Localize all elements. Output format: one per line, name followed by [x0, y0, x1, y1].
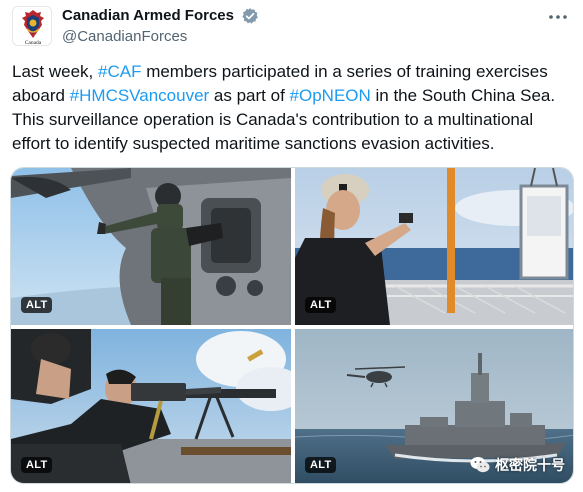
- watermark-text: 枢密院十号: [495, 457, 565, 473]
- watermark: 枢密院十号: [470, 455, 565, 475]
- alt-badge[interactable]: ALT: [305, 457, 337, 473]
- tweet-text-segment: Last week,: [12, 62, 98, 81]
- wechat-icon: [470, 457, 490, 473]
- avatar-caption: Canada: [25, 40, 42, 46]
- tweet-header: Canada Canadian Armed Forces @CanadianFo…: [12, 6, 572, 50]
- pistol-training-image: [295, 168, 573, 325]
- media-grid: ALT ALT ALT ALT 枢密院十号: [10, 167, 574, 484]
- photo-machine-gun[interactable]: ALT: [11, 329, 291, 483]
- hashtag-link[interactable]: #HMCSVancouver: [70, 86, 210, 105]
- helicopter-gunner-image: [11, 168, 291, 325]
- alt-badge[interactable]: ALT: [21, 457, 53, 473]
- photo-frigate[interactable]: ALT 枢密院十号: [295, 329, 573, 483]
- alt-badge[interactable]: ALT: [21, 297, 53, 313]
- more-options-button[interactable]: [546, 8, 570, 26]
- alt-badge[interactable]: ALT: [305, 297, 337, 313]
- caf-badge-icon: Canada: [13, 7, 51, 46]
- avatar[interactable]: Canada: [12, 6, 52, 46]
- tweet-text-segment: as part of: [209, 86, 290, 105]
- hashtag-link[interactable]: #OpNEON: [290, 86, 371, 105]
- author-names: Canadian Armed Forces @CanadianForces: [62, 6, 259, 48]
- handle[interactable]: @CanadianForces: [62, 26, 259, 48]
- more-dots-icon: [549, 15, 567, 19]
- display-name[interactable]: Canadian Armed Forces: [62, 6, 234, 26]
- photo-helicopter-gunner[interactable]: ALT: [11, 168, 291, 325]
- photo-pistol-training[interactable]: ALT: [295, 168, 573, 325]
- hashtag-link[interactable]: #CAF: [98, 62, 141, 81]
- verified-badge-icon: [242, 8, 259, 24]
- tweet-text: Last week, #CAF members participated in …: [12, 60, 572, 156]
- machine-gun-image: [11, 329, 291, 483]
